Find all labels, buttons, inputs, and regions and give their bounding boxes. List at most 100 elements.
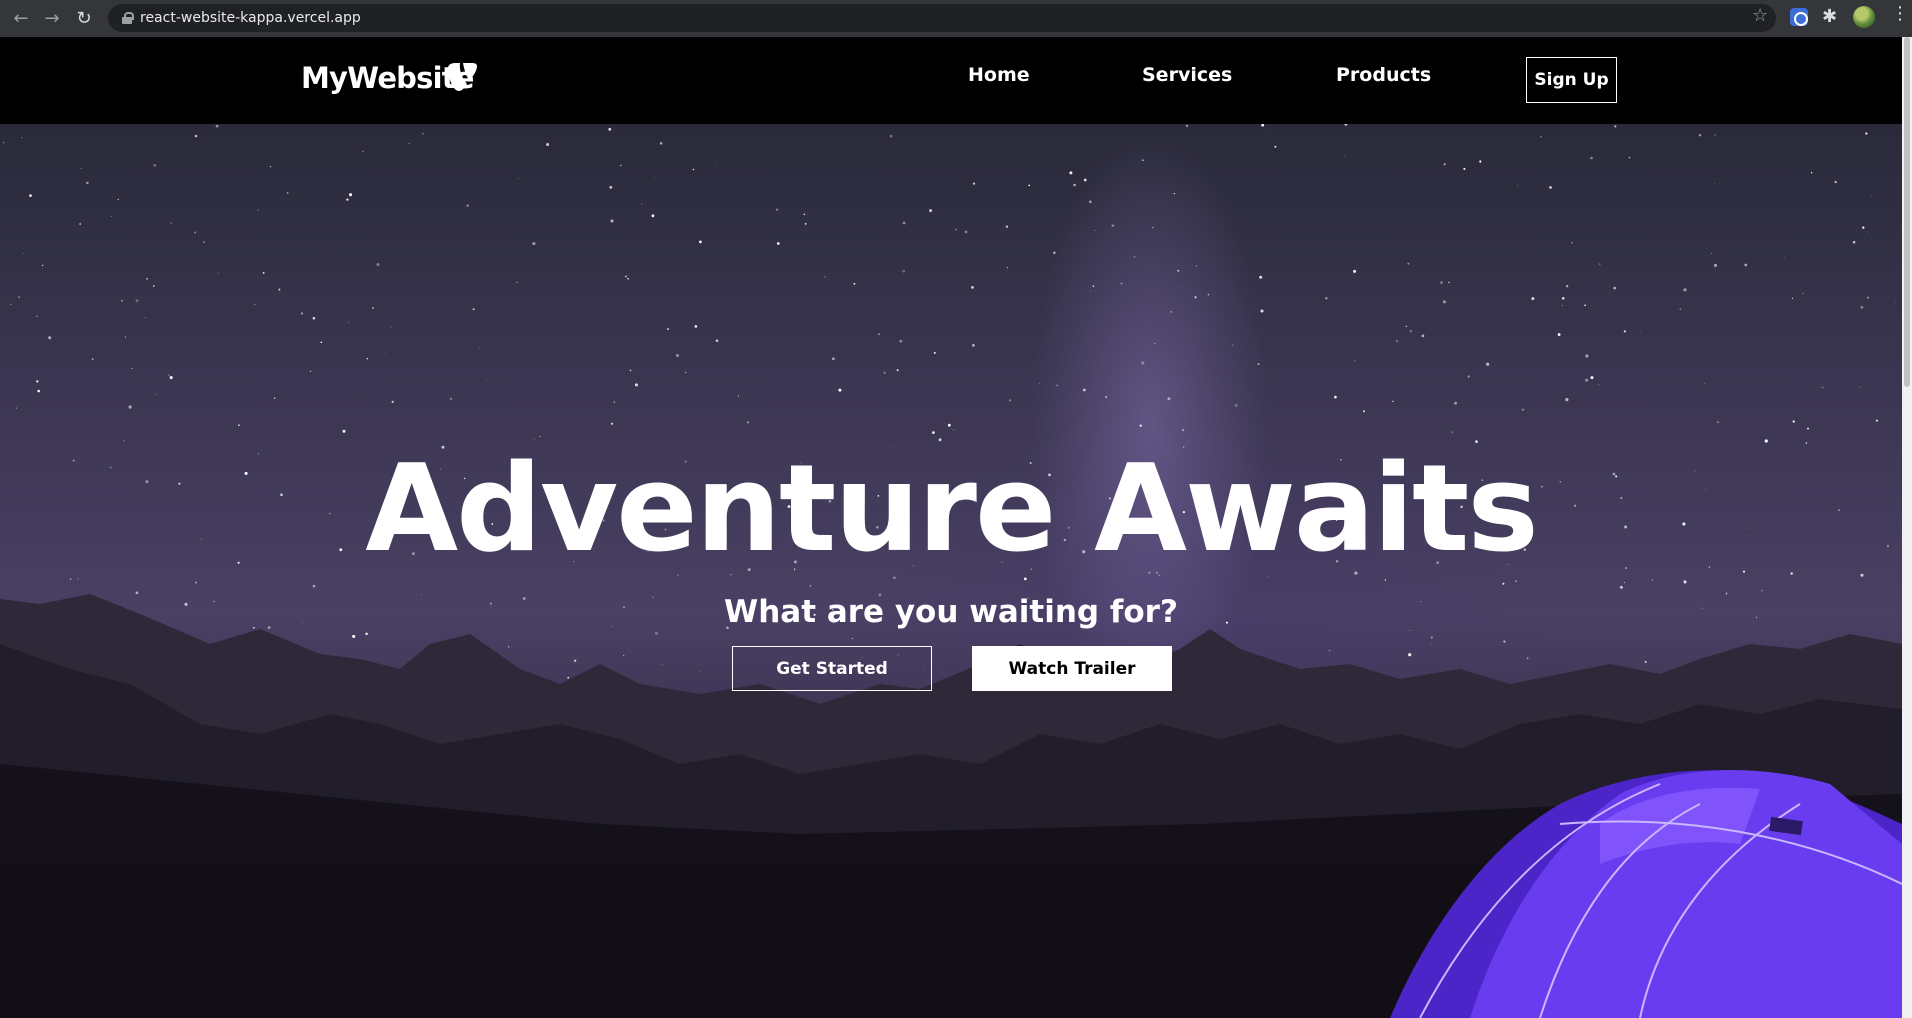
star (23, 253, 25, 255)
extensions-puzzle-icon[interactable]: ✱ (1822, 6, 1837, 27)
lock-icon[interactable] (122, 12, 134, 24)
star (1396, 340, 1398, 342)
browser-toolbar: ← → ↻ react-website-kappa.vercel.app ☆ ✱… (0, 0, 1912, 37)
star (1531, 297, 1535, 301)
star (1865, 132, 1868, 135)
star (1089, 200, 1092, 203)
star (662, 664, 664, 666)
star (366, 358, 368, 360)
star (608, 127, 612, 131)
star (1451, 431, 1454, 434)
star (1698, 134, 1702, 137)
star (737, 395, 740, 397)
star (853, 282, 856, 285)
star (146, 278, 148, 280)
star (273, 397, 276, 400)
star (1894, 301, 1896, 303)
star (1170, 311, 1172, 313)
reload-icon[interactable]: ↻ (73, 7, 95, 29)
bookmark-star-icon[interactable]: ☆ (1752, 5, 1768, 26)
star (485, 378, 487, 380)
star (1540, 135, 1542, 138)
browser-menu-icon[interactable]: ⋮ (1891, 5, 1909, 23)
star (933, 351, 936, 354)
star (715, 339, 719, 342)
profile-avatar[interactable] (1853, 6, 1875, 28)
star (964, 230, 968, 234)
hero-section: Adventure Awaits What are you waiting fo… (0, 124, 1902, 1018)
star (1744, 263, 1748, 267)
star (309, 370, 312, 373)
star (624, 275, 628, 278)
url-text[interactable]: react-website-kappa.vercel.app (140, 10, 361, 26)
star (1142, 159, 1144, 161)
star (567, 676, 570, 679)
star (824, 276, 826, 278)
star (1683, 288, 1687, 292)
star (217, 272, 219, 274)
star (1178, 287, 1180, 289)
star (17, 296, 21, 299)
star (1195, 265, 1198, 267)
star (408, 142, 410, 144)
star (831, 357, 835, 361)
address-bar[interactable]: react-website-kappa.vercel.app (108, 4, 1776, 32)
star (634, 383, 638, 387)
star (1232, 344, 1234, 346)
star (257, 209, 259, 211)
typo3-logo-icon[interactable] (446, 62, 478, 92)
page-scrollbar[interactable] (1902, 37, 1912, 1018)
extension-icon[interactable] (1790, 8, 1808, 26)
star (320, 341, 323, 344)
star (79, 223, 82, 225)
star (1120, 282, 1123, 285)
star (1623, 330, 1627, 333)
star (1761, 589, 1763, 592)
star (1056, 384, 1058, 387)
get-started-button[interactable]: Get Started (732, 646, 932, 691)
star (91, 358, 94, 361)
star (1257, 363, 1260, 366)
star (953, 429, 955, 431)
star (1454, 401, 1457, 405)
star (359, 399, 361, 401)
star (896, 369, 899, 372)
star (610, 219, 614, 223)
nav-products-link[interactable]: Products (1336, 64, 1431, 86)
hero-title: Adventure Awaits (365, 440, 1539, 579)
star (1448, 281, 1450, 284)
star (194, 134, 198, 138)
hero-subtitle: What are you waiting for? (724, 594, 1178, 630)
forward-icon[interactable]: → (41, 7, 63, 29)
star (651, 214, 655, 218)
watch-trailer-button[interactable]: Watch Trailer (972, 646, 1172, 691)
back-icon[interactable]: ← (10, 7, 32, 29)
star (117, 198, 119, 201)
web-page: MyWebsite Home Services Products Sign Up (0, 37, 1902, 1018)
nav-home-link[interactable]: Home (968, 64, 1030, 86)
star (195, 581, 197, 584)
star (362, 150, 364, 152)
star (972, 343, 975, 347)
star (1463, 167, 1466, 170)
star (346, 198, 349, 201)
star (1565, 398, 1569, 402)
sign-up-button[interactable]: Sign Up (1526, 57, 1617, 103)
star (654, 176, 656, 178)
star (1082, 388, 1086, 392)
star (1141, 361, 1145, 365)
nav-services-link[interactable]: Services (1142, 64, 1232, 86)
star (883, 371, 886, 375)
star (21, 137, 23, 139)
star (1503, 640, 1506, 643)
star (372, 307, 374, 309)
star (1111, 224, 1115, 228)
star (1274, 145, 1277, 148)
scrollbar-thumb[interactable] (1904, 37, 1910, 387)
star (1871, 195, 1873, 197)
star (685, 371, 687, 373)
star (1362, 410, 1366, 413)
star (1028, 184, 1031, 187)
star (1802, 292, 1804, 295)
star (300, 312, 303, 315)
